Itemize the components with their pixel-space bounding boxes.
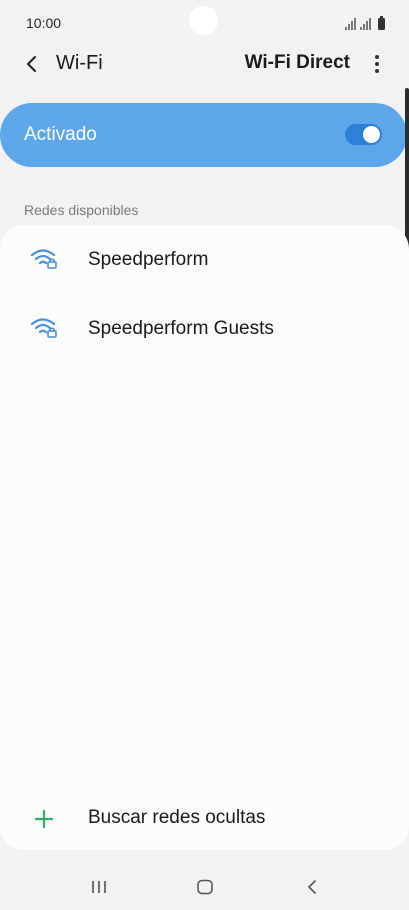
wifi-master-toggle[interactable]: Activado [0, 103, 407, 167]
navigation-bar [0, 860, 409, 910]
network-item-speedperform[interactable]: Speedperform [0, 225, 409, 293]
wifi-direct-button[interactable]: Wi-Fi Direct [245, 52, 350, 74]
plus-icon [34, 809, 54, 829]
more-options-button[interactable] [365, 50, 389, 78]
switch-knob [363, 126, 380, 143]
recents-icon [92, 881, 106, 893]
status-icons [345, 14, 385, 30]
signal-icon-2 [360, 18, 371, 30]
network-name: Speedperform Guests [88, 318, 274, 339]
add-network-label: Buscar redes ocultas [88, 807, 266, 828]
status-bar: 10:00 [0, 0, 409, 46]
add-hidden-network-button[interactable]: Buscar redes ocultas [0, 795, 409, 851]
wifi-switch[interactable] [345, 124, 382, 145]
status-time: 10:00 [26, 15, 62, 31]
nav-recents-button[interactable] [79, 872, 119, 902]
nav-back-button[interactable] [292, 872, 332, 902]
app-header: Wi-Fi Wi-Fi Direct [0, 46, 409, 82]
chevron-left-icon [27, 56, 36, 72]
networks-list: Speedperform Speedperform Guests Buscar … [0, 225, 409, 850]
master-toggle-label: Activado [24, 124, 97, 145]
wifi-lock-icon [30, 249, 57, 269]
signal-icon [345, 18, 356, 30]
wifi-lock-icon [30, 318, 57, 338]
network-item-speedperform-guests[interactable]: Speedperform Guests [0, 294, 409, 362]
page-title: Wi-Fi [56, 52, 103, 74]
back-icon [308, 880, 316, 894]
battery-icon [378, 16, 385, 30]
nav-home-button[interactable] [185, 872, 225, 902]
back-button[interactable] [18, 50, 46, 78]
network-name: Speedperform [88, 249, 209, 270]
available-networks-header: Redes disponibles [24, 202, 139, 218]
more-vertical-icon [375, 55, 379, 59]
home-icon [197, 879, 213, 895]
camera-cutout [189, 6, 218, 35]
